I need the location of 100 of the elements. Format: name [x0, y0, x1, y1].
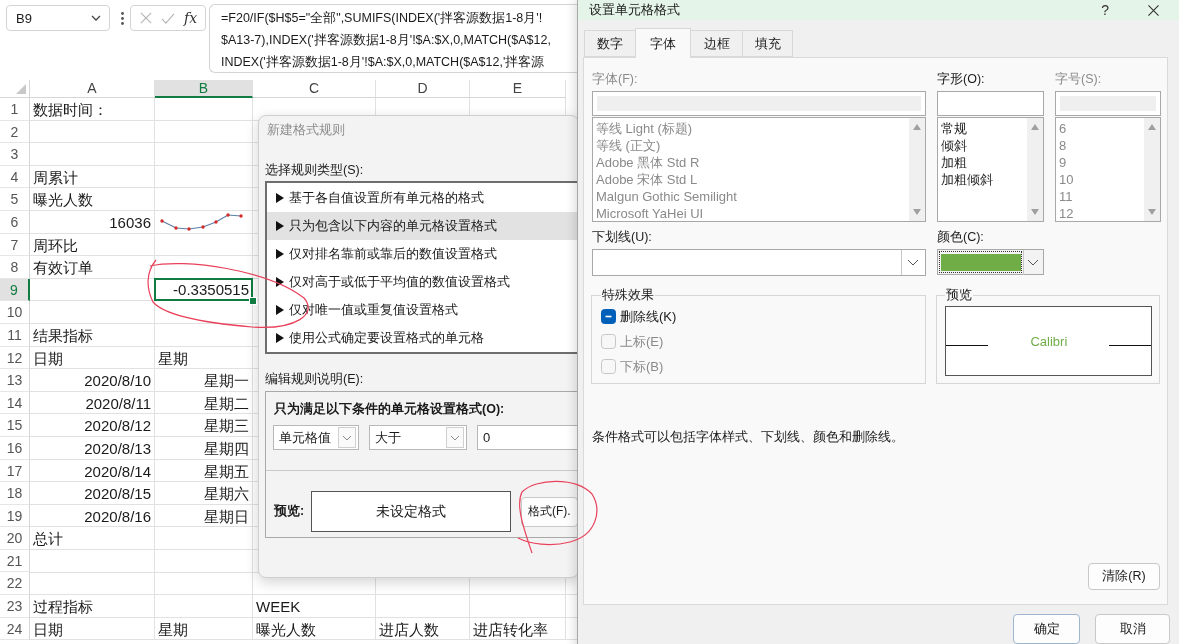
chevron-down-icon	[91, 15, 101, 21]
row-header[interactable]: 21	[0, 549, 30, 573]
table-cell-text: 2020/8/14	[83, 461, 152, 482]
row-header[interactable]: 9	[0, 278, 30, 302]
row-header[interactable]: 3	[0, 143, 30, 166]
table-cell-text: 结果指标	[32, 325, 94, 346]
row-header[interactable]: 18	[0, 482, 30, 505]
checkmark-icon[interactable]	[161, 12, 175, 24]
row-header[interactable]: 10	[0, 301, 30, 324]
list-item[interactable]: 使用公式确定要设置格式的单元格	[267, 324, 578, 352]
tab[interactable]: 填充	[742, 30, 793, 57]
tab[interactable]: 数字	[584, 30, 635, 57]
list-item[interactable]: 基于各自值设置所有单元格的格式	[267, 184, 578, 212]
row-header[interactable]: 14	[0, 391, 30, 415]
list-item[interactable]: 常规	[941, 120, 1027, 137]
table-cell-text: 2020/8/11	[84, 393, 152, 414]
table-cell-text: 曝光人数	[255, 619, 317, 640]
row-header[interactable]: 6	[0, 210, 30, 234]
row-header[interactable]: 23	[0, 595, 30, 618]
dropdown[interactable]: 单元格值	[273, 425, 359, 450]
field-label: 字体(F):	[592, 71, 639, 87]
row-header[interactable]: 17	[0, 459, 30, 483]
preview-box: 未设定格式	[311, 491, 511, 532]
group-title: 特殊效果	[601, 287, 655, 303]
table-cell-text: 星期六	[203, 484, 250, 505]
underline-dropdown[interactable]	[592, 249, 926, 276]
tab[interactable]: 字体	[635, 28, 691, 58]
row-header[interactable]: 11	[0, 323, 30, 347]
triangle-up-icon[interactable]	[1031, 124, 1039, 130]
row-header[interactable]: 5	[0, 188, 30, 211]
list-item[interactable]: 仅对唯一值或重复值设置格式	[267, 296, 578, 324]
close-icon[interactable]	[1148, 4, 1159, 16]
list-item[interactable]: 加粗	[941, 154, 1027, 171]
list-item[interactable]: 只为包含以下内容的单元格设置格式	[267, 212, 578, 240]
insert-function-button[interactable]: fx	[184, 10, 198, 26]
row-header[interactable]: 20	[0, 527, 30, 550]
row-header[interactable]: 12	[0, 346, 30, 370]
table-cell-text: 星期日	[203, 506, 250, 527]
field-label: 下划线(U):	[592, 229, 653, 245]
column-header[interactable]: D	[376, 80, 470, 98]
checkbox-label[interactable]: 删除线(K)	[620, 307, 677, 326]
list-item[interactable]: 仅对高于或低于平均值的数值设置格式	[267, 268, 578, 296]
list-item[interactable]: 倾斜	[941, 137, 1027, 154]
triangle-icon	[276, 221, 284, 231]
input-field[interactable]	[937, 91, 1044, 116]
row-header[interactable]: 4	[0, 165, 30, 189]
select-all-corner-icon[interactable]	[16, 84, 26, 94]
checkbox[interactable]	[601, 309, 616, 324]
dialog-button[interactable]: 确定	[1013, 614, 1080, 644]
format-button[interactable]: 格式(F).	[521, 496, 578, 527]
table-cell-text: 星期一	[203, 371, 250, 392]
color-dropdown[interactable]	[937, 249, 1044, 275]
row-header[interactable]: 2	[0, 120, 30, 144]
triangle-down-icon[interactable]	[1031, 209, 1039, 215]
row-header[interactable]: 7	[0, 233, 30, 257]
list-item[interactable]: 仅对排名靠前或靠后的数值设置格式	[267, 240, 578, 268]
field-label: 字号(S):	[1055, 71, 1103, 87]
table-cell-text: 星期	[157, 619, 189, 640]
scrollbar[interactable]	[1027, 118, 1043, 221]
table-cell-text: 2020/8/13	[83, 438, 152, 459]
table-cell-text: 星期	[157, 348, 189, 369]
row-header[interactable]: 13	[0, 369, 30, 392]
clear-button[interactable]: 清除(R)	[1088, 563, 1160, 590]
group-title: 预览	[945, 287, 974, 303]
list-item[interactable]: 加粗倾斜	[941, 171, 1027, 188]
column-header[interactable]: B	[155, 80, 253, 98]
row-header[interactable]: 15	[0, 414, 30, 437]
triangle-icon	[276, 277, 284, 287]
table-cell-text: 日期	[32, 348, 64, 369]
column-header[interactable]: C	[253, 80, 376, 98]
table-cell-text: 进店人数	[378, 619, 440, 640]
fill-handle[interactable]	[249, 297, 257, 306]
table-cell-text: 2020/8/16	[83, 506, 152, 527]
row-header[interactable]: 1	[0, 98, 30, 121]
table-cell-text: 过程指标	[32, 597, 94, 618]
row-header[interactable]: 8	[0, 256, 30, 279]
dropdown[interactable]: 大于	[369, 425, 467, 450]
dialog-button[interactable]: 取消	[1095, 614, 1170, 644]
table-cell-text: 2020/8/15	[83, 484, 152, 505]
preview-text: Calibri	[1029, 333, 1069, 349]
dialog-title: 设置单元格格式	[589, 1, 681, 19]
tab[interactable]: 边框	[691, 30, 742, 57]
table-cell-text: WEEK	[255, 597, 302, 618]
help-text: 条件格式可以包括字体样式、下划线、颜色和删除线。	[592, 429, 905, 445]
cancel-icon[interactable]	[140, 12, 152, 24]
table-cell-text: 2020/8/12	[83, 416, 152, 437]
name-box[interactable]: B9	[6, 5, 110, 31]
column-header[interactable]: E	[470, 80, 566, 98]
more-options-icon[interactable]	[121, 12, 124, 25]
table-cell-text: 有效订单	[32, 258, 94, 279]
row-header[interactable]: 16	[0, 436, 30, 460]
table-cell-text: 2020/8/10	[83, 371, 152, 392]
input-field[interactable]: 0	[477, 425, 578, 450]
row-header[interactable]: 24	[0, 617, 30, 641]
row-header[interactable]: 19	[0, 504, 30, 528]
triangle-icon	[276, 249, 284, 259]
help-button[interactable]: ?	[1101, 2, 1109, 18]
table-cell-text: 总计	[32, 529, 64, 550]
row-header[interactable]: 22	[0, 572, 30, 596]
table-cell-text: 星期三	[203, 416, 250, 437]
